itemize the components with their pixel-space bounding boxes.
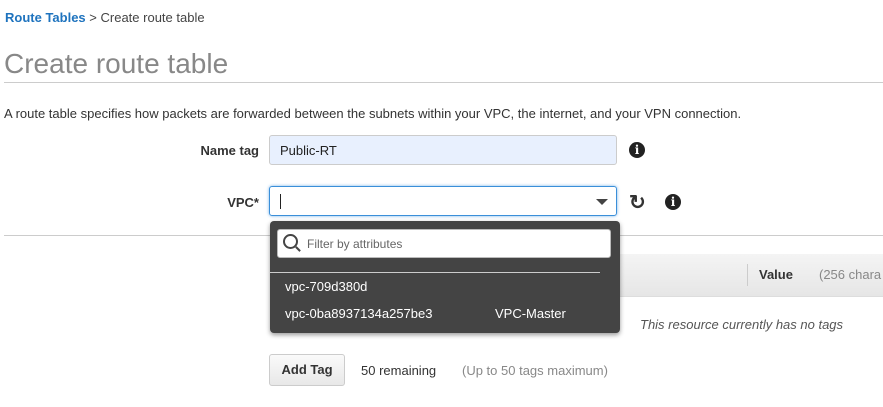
- vpc-option-id: vpc-0ba8937134a257be3: [285, 306, 433, 321]
- vpc-option-name: VPC-Master: [495, 306, 566, 321]
- page-title: Create route table: [4, 48, 229, 79]
- no-tags-message: This resource currently has no tags: [640, 317, 844, 332]
- vpc-option[interactable]: vpc-0ba8937134a257be3 VPC-Master: [285, 306, 605, 321]
- name-tag-label: Name tag: [200, 143, 259, 158]
- filter-placeholder: Filter by attributes: [307, 237, 403, 251]
- vpc-dropdown-menu: Filter by attributes vpc-709d380d vpc-0b…: [270, 221, 620, 333]
- tags-remaining: 50 remaining: [361, 363, 437, 378]
- add-tag-button[interactable]: Add Tag: [269, 354, 345, 386]
- search-icon-handle: [295, 246, 301, 252]
- vpc-option-id: vpc-709d380d: [285, 279, 368, 294]
- refresh-icon[interactable]: ↻: [629, 190, 646, 215]
- tags-max: (Up to 50 tags maximum): [462, 363, 608, 378]
- breadcrumb-route-tables-link[interactable]: Route Tables: [5, 10, 86, 25]
- vpc-option[interactable]: vpc-709d380d: [285, 279, 367, 294]
- divider: [270, 272, 600, 273]
- description: A route table specifies how packets are …: [4, 106, 742, 121]
- name-tag-input[interactable]: Public-RT: [269, 135, 617, 165]
- column-divider: [747, 264, 748, 286]
- breadcrumb: Route Tables > Create route table: [5, 10, 205, 25]
- value-column-hint: (256 chara: [819, 267, 882, 282]
- info-icon[interactable]: i: [629, 142, 645, 158]
- breadcrumb-separator: >: [85, 10, 101, 25]
- vpc-select[interactable]: [269, 186, 617, 216]
- text-cursor: [280, 194, 281, 209]
- divider: [4, 82, 883, 83]
- chevron-down-icon: [596, 199, 608, 205]
- vpc-label: VPC*: [227, 195, 259, 210]
- breadcrumb-current: Create route table: [100, 10, 205, 25]
- filter-input[interactable]: Filter by attributes: [277, 229, 611, 258]
- info-icon[interactable]: i: [665, 194, 681, 210]
- value-column-header: Value: [759, 267, 793, 282]
